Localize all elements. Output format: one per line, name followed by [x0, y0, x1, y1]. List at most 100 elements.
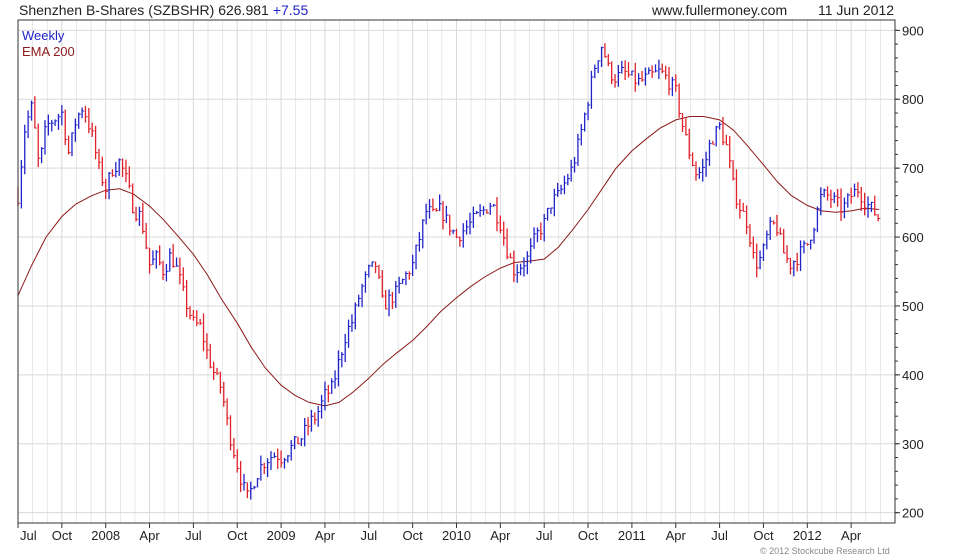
weekly-bar [631, 70, 635, 76]
weekly-bar [580, 123, 584, 146]
y-tick-label: 400 [902, 368, 924, 383]
weekly-bar [496, 197, 500, 232]
weekly-bar [769, 217, 773, 240]
weekly-bar [159, 245, 162, 266]
weekly-bar [752, 236, 756, 259]
weekly-bar [698, 167, 702, 179]
weekly-bar [351, 314, 355, 332]
weekly-bar [465, 220, 469, 235]
weekly-bar [253, 485, 257, 490]
weekly-bar [391, 291, 395, 310]
weekly-bar [115, 161, 119, 178]
weekly-bar [678, 83, 682, 118]
legend-weekly: Weekly [22, 28, 65, 43]
weekly-bar [826, 186, 830, 201]
weekly-bar [479, 204, 483, 217]
weekly-bar [388, 289, 392, 317]
weekly-bar [196, 310, 199, 327]
weekly-bar [192, 310, 196, 321]
weekly-bar [270, 451, 274, 471]
weekly-bar [722, 116, 726, 146]
weekly-bar [449, 214, 452, 236]
copyright-note: © 2012 Stockcube Research Ltd [760, 546, 890, 556]
weekly-bar [186, 279, 189, 317]
weekly-bar [503, 221, 506, 246]
weekly-bar [51, 119, 54, 132]
weekly-bar [34, 96, 38, 129]
weekly-bar [482, 206, 486, 216]
weekly-bar [519, 263, 523, 276]
weekly-bar [54, 119, 58, 127]
weekly-bar [209, 343, 213, 369]
weekly-bar [766, 230, 770, 250]
weekly-bar [796, 252, 800, 272]
x-tick-label: Jul [20, 528, 37, 543]
weekly-bar [202, 313, 206, 352]
weekly-bar [300, 438, 304, 447]
weekly-bar [411, 254, 415, 276]
weekly-bar [290, 440, 294, 461]
weekly-bar [347, 319, 351, 348]
weekly-bar [344, 333, 348, 363]
weekly-bar [358, 294, 361, 307]
weekly-bar [509, 253, 513, 259]
weekly-bar [331, 378, 334, 394]
weekly-bar [320, 394, 324, 419]
weekly-bar [145, 222, 149, 250]
weekly-bar [793, 260, 797, 277]
weekly-bar [398, 276, 402, 294]
weekly-bar [843, 197, 847, 219]
weekly-bar [189, 306, 193, 320]
weekly-bar [536, 227, 540, 243]
weekly-bar [452, 229, 456, 235]
weekly-bar [24, 124, 27, 175]
y-tick-label: 800 [902, 92, 924, 107]
weekly-bar [685, 118, 689, 136]
weekly-bar [341, 352, 345, 368]
weekly-bar [516, 264, 520, 283]
weekly-bar [840, 188, 844, 222]
weekly-bar [756, 243, 759, 278]
weekly-bar [81, 107, 85, 119]
weekly-bar [462, 223, 466, 248]
weekly-bar [88, 107, 92, 134]
ema-200-line [17, 116, 880, 407]
weekly-bar [745, 205, 749, 235]
weekly-bar [418, 231, 422, 252]
weekly-bar [617, 64, 621, 87]
weekly-bar [239, 460, 243, 493]
weekly-bar [277, 448, 280, 469]
weekly-bar [138, 206, 142, 226]
weekly-bar [233, 438, 237, 459]
weekly-bar [371, 261, 375, 268]
x-tick-label: Apr [315, 528, 336, 543]
weekly-bar [604, 43, 608, 58]
weekly-bar [287, 455, 291, 463]
weekly-bar [438, 194, 442, 212]
weekly-bar [455, 228, 459, 238]
weekly-bar [489, 202, 493, 215]
weekly-bar [472, 206, 476, 228]
weekly-bar [560, 184, 564, 195]
weekly-bar [179, 257, 183, 285]
weekly-bar [651, 65, 655, 78]
weekly-bar [597, 60, 601, 74]
weekly-bar [148, 247, 152, 274]
weekly-bar [739, 199, 743, 219]
weekly-bar [405, 271, 409, 286]
legend: WeeklyEMA 200 [22, 28, 75, 59]
weekly-bar [216, 367, 220, 375]
weekly-bar [573, 156, 577, 173]
weekly-bar [317, 406, 321, 427]
weekly-bar [374, 261, 378, 274]
weekly-bar [806, 243, 810, 246]
y-tick-label: 200 [902, 506, 924, 521]
weekly-bar [641, 71, 645, 82]
weekly-bar [681, 113, 685, 132]
x-tick-label: Oct [753, 528, 774, 543]
x-axis: Jul Oct 2008 Apr Jul Oct 2009 Apr Jul Oct 2010 Apr J… [17, 523, 862, 543]
weekly-bar [125, 159, 129, 183]
weekly-bar [830, 189, 834, 209]
weekly-bar [128, 166, 132, 189]
weekly-bar [530, 238, 533, 264]
